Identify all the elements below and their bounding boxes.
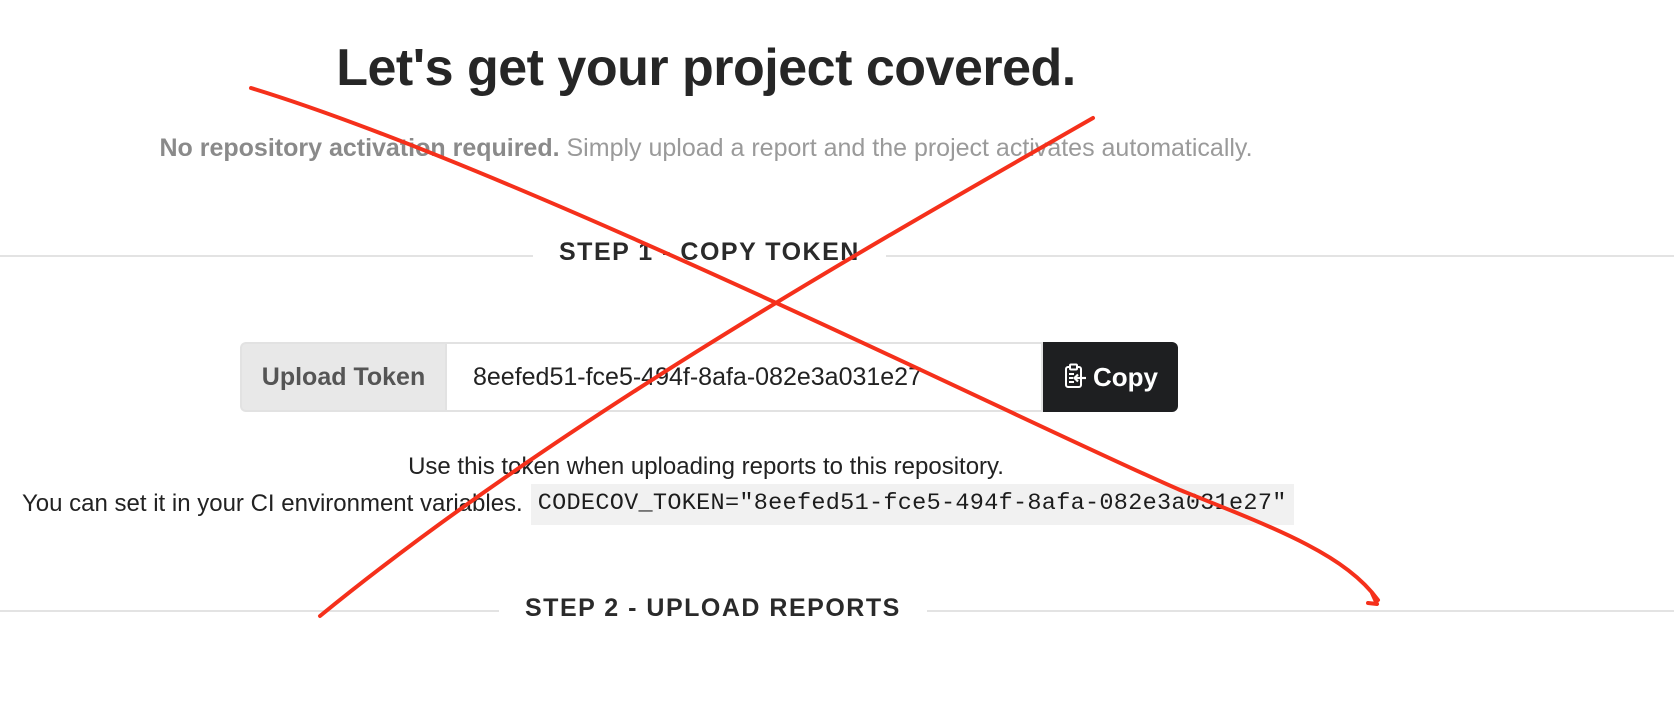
upload-token-label: Upload Token: [240, 342, 445, 412]
subtitle-text: Simply upload a report and the project a…: [559, 134, 1253, 162]
setup-page: Let's get your project covered. No repos…: [0, 0, 1674, 722]
token-help-text: Use this token when uploading reports to…: [408, 453, 1004, 480]
step2-title: STEP 2 - UPLOAD REPORTS: [499, 594, 927, 623]
annotation-arrow-tip: [1366, 591, 1379, 606]
subtitle-emphasis: No repository activation required.: [159, 134, 560, 162]
step1-title: STEP 1 - COPY TOKEN: [533, 238, 886, 267]
page-subtitle: No repository activation required. Simpl…: [0, 134, 1412, 163]
ci-env-help: You can set it in your CI environment va…: [22, 483, 1294, 525]
upload-token-group: Upload Token Copy: [240, 342, 1178, 412]
copy-token-button[interactable]: Copy: [1043, 342, 1178, 412]
ci-env-help-text: You can set it in your CI environment va…: [22, 490, 523, 517]
env-variable-snippet: CODECOV_TOKEN="8eefed51-fce5-494f-8afa-0…: [530, 483, 1294, 525]
clipboard-copy-icon: [1063, 363, 1089, 391]
copy-button-label: Copy: [1093, 361, 1158, 392]
upload-token-field[interactable]: [445, 342, 1043, 412]
page-title: Let's get your project covered.: [336, 39, 1076, 97]
